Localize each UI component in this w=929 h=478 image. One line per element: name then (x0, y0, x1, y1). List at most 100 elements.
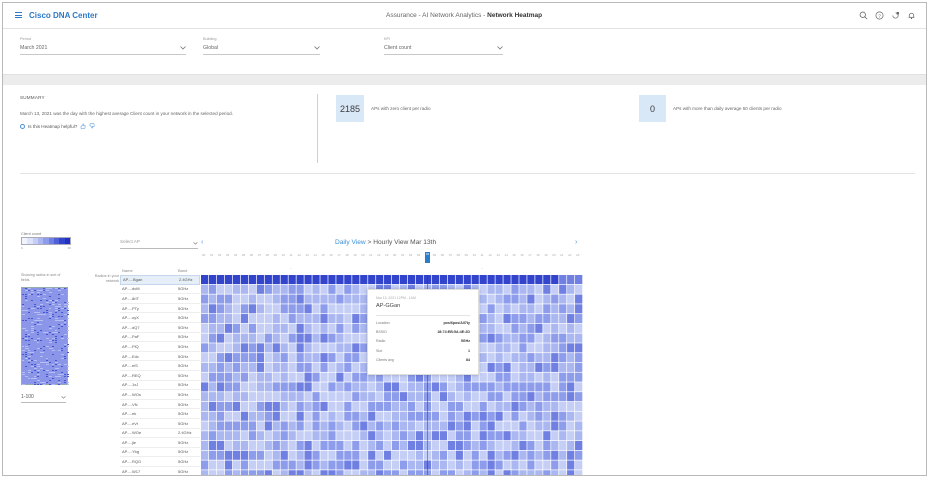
hour-tick[interactable]: 05 (242, 253, 245, 257)
hour-tick[interactable]: 06 (250, 253, 253, 257)
hour-tick[interactable]: 07 (258, 253, 261, 257)
hour-tick[interactable]: 22 (568, 253, 571, 257)
hour-tick[interactable]: 19 (353, 253, 356, 257)
hour-tick[interactable]: 12 (298, 253, 301, 257)
ap-row[interactable]: AP-...PTy 5GHz (120, 304, 200, 314)
hour-tick[interactable]: 19 (544, 253, 547, 257)
hour-tick[interactable]: 13 (496, 253, 499, 257)
ap-row[interactable]: AP-...eVr 5GHz (120, 419, 200, 429)
thumbs-down-icon[interactable] (89, 123, 95, 129)
ap-name: AP-...eiS (122, 363, 138, 369)
ap-row[interactable]: AP-...WOs 5GHz (120, 390, 200, 400)
tooltip-row: Slot 1 (376, 346, 470, 355)
ap-row[interactable]: AP-...REQ 5GHz (120, 371, 200, 381)
notification-icon[interactable] (891, 11, 900, 20)
bell-icon[interactable] (907, 11, 916, 20)
hour-tick[interactable]: 15 (512, 253, 515, 257)
building-select[interactable]: Building Global (203, 37, 320, 55)
hour-tick[interactable]: 01 (401, 253, 404, 257)
previous-arrow-icon[interactable]: ‹ (201, 239, 203, 246)
ap-row[interactable]: AP-...RQG 5GHz (120, 457, 200, 467)
ap-row[interactable]: AP-...dvM 5GHz (120, 285, 200, 295)
header-actions: ? (859, 11, 916, 20)
hour-tick[interactable]: 03 (226, 253, 229, 257)
heatmap-minimap[interactable] (21, 287, 69, 385)
ap-row[interactable]: AP-...WOe 2.4GHz (120, 429, 200, 439)
ap-row[interactable]: AP-...PaF 5GHz (120, 333, 200, 343)
hour-tick[interactable]: 04 (234, 253, 237, 257)
hour-tick[interactable]: 17 (528, 253, 531, 257)
hour-tick[interactable]: 07 (449, 253, 452, 257)
page-range-select[interactable]: 1-100 (21, 394, 66, 403)
hour-tick[interactable]: 02 (409, 253, 412, 257)
ap-row[interactable]: AP-...oyX 5GHz (120, 313, 200, 323)
ap-band: 5GHz (178, 468, 189, 474)
hour-tick[interactable]: 22 (377, 253, 380, 257)
ap-row[interactable]: AP-...Bgan 2.4GHz (120, 275, 200, 285)
ap-row[interactable]: AP-...FfQ 5GHz (120, 342, 200, 352)
kpi-select[interactable]: KPI Client count (384, 37, 503, 55)
brand-logo[interactable]: Cisco DNA Center (29, 11, 98, 20)
ap-row[interactable]: AP-...eiS 5GHz (120, 361, 200, 371)
search-icon[interactable] (859, 11, 868, 20)
ap-row[interactable]: AP-...1xJ 5GHz (120, 381, 200, 391)
ap-row[interactable]: AP-...jle 5GHz (120, 438, 200, 448)
hour-tick[interactable]: 20 (361, 253, 364, 257)
hour-tick[interactable]: 09 (465, 253, 468, 257)
breadcrumb-prefix[interactable]: Assurance - AI Network Analytics - (386, 12, 485, 19)
daily-view-link[interactable]: Daily View (335, 239, 366, 246)
hour-tick[interactable]: 11 (290, 253, 293, 257)
tooltip-timestamp: Mar 13, 2021 12PM - 1AM (376, 296, 416, 300)
hour-tick[interactable]: 21 (560, 253, 563, 257)
building-label: Building (203, 37, 217, 41)
hour-tick[interactable]: 03 (417, 253, 420, 257)
hour-tick[interactable]: 10 (473, 253, 476, 257)
feedback-question: Is this Heatmap helpful? (28, 123, 78, 129)
ap-row[interactable]: AP-...8rIT 5GHz (120, 294, 200, 304)
ap-band: 5GHz (178, 353, 189, 359)
hour-tick[interactable]: 04 (424, 252, 431, 263)
thumbs-up-icon[interactable] (80, 123, 86, 129)
hour-tick[interactable]: 18 (536, 253, 539, 257)
hour-tick[interactable]: 08 (266, 253, 269, 257)
hour-tick[interactable]: 16 (520, 253, 523, 257)
hour-tick[interactable]: 18 (345, 253, 348, 257)
ap-row[interactable]: AP-...dQ7 5GHz (120, 323, 200, 333)
hour-tick[interactable]: 20 (552, 253, 555, 257)
ap-row[interactable]: AP-...Ybg 5GHz (120, 448, 200, 458)
hour-tick[interactable]: 06 (441, 253, 444, 257)
hour-tick[interactable]: 00 (393, 253, 396, 257)
hour-tick[interactable]: 21 (369, 253, 372, 257)
hour-tick[interactable]: 23 (385, 253, 388, 257)
hour-tick[interactable]: 13 (305, 253, 308, 257)
hour-tick[interactable]: 01 (210, 253, 213, 257)
hour-tick[interactable]: 17 (337, 253, 340, 257)
ap-row[interactable]: AP-...ek 5GHz (120, 409, 200, 419)
hour-tick[interactable]: 14 (504, 253, 507, 257)
hamburger-menu-icon[interactable] (15, 12, 22, 18)
tooltip-row-value: 28:74:EB:5A:4E:2D (437, 330, 470, 335)
ap-name: AP-...8rIT (122, 295, 140, 301)
next-arrow-icon[interactable]: › (575, 239, 577, 246)
hour-tick[interactable]: 16 (329, 253, 332, 257)
ap-row[interactable]: AP-...W17 5GHz (120, 467, 200, 475)
hour-tick[interactable]: 10 (282, 253, 285, 257)
ap-row[interactable]: AP-...Edc 5GHz (120, 352, 200, 362)
name-column-header[interactable]: Name (122, 268, 133, 273)
hour-tick[interactable]: 00 (202, 253, 205, 257)
hour-tick[interactable]: 08 (457, 253, 460, 257)
hour-tick[interactable]: 11 (481, 253, 484, 257)
hour-tick[interactable]: 05 (433, 253, 436, 257)
hour-tick[interactable]: 14 (313, 253, 316, 257)
hour-tick[interactable]: 09 (274, 253, 277, 257)
band-column-header[interactable]: Band (178, 268, 187, 273)
ap-band: 5GHz (178, 305, 189, 311)
hour-tick[interactable]: 23 (576, 253, 579, 257)
select-ap-dropdown[interactable]: Select AP (120, 239, 198, 249)
ap-row[interactable]: AP-...VN 5GHz (120, 400, 200, 410)
hour-tick[interactable]: 02 (218, 253, 221, 257)
hour-tick[interactable]: 12 (489, 253, 492, 257)
hour-tick[interactable]: 15 (321, 253, 324, 257)
help-icon[interactable]: ? (875, 11, 884, 20)
period-select[interactable]: Period March 2021 (20, 37, 186, 55)
